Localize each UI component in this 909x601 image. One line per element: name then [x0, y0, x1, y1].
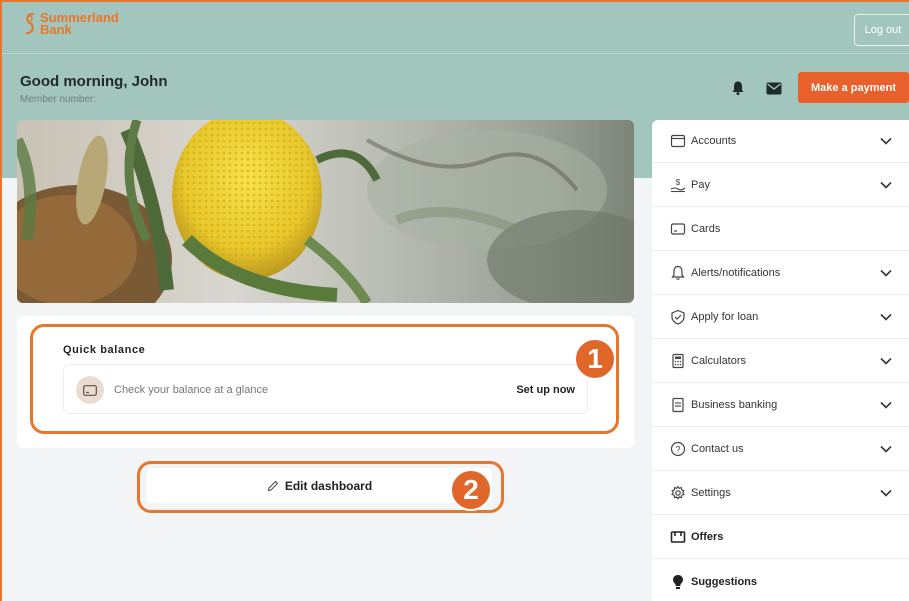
banksia-photo: [17, 120, 634, 303]
chevron-down-icon[interactable]: [880, 269, 892, 277]
sidebar-item-calculators[interactable]: Calculators: [652, 340, 909, 383]
sidebar-item-suggestions[interactable]: Suggestions: [652, 560, 909, 601]
top-bar: Summerland Bank Log out: [2, 2, 909, 54]
pay-icon: $: [670, 178, 686, 193]
sidebar-item-label: Offers: [691, 531, 724, 543]
cards-icon: [670, 223, 686, 235]
lightbulb-icon: [673, 574, 683, 589]
chevron-down-icon[interactable]: [880, 445, 892, 453]
bell-icon[interactable]: [730, 80, 746, 96]
mail-icon[interactable]: [766, 82, 782, 95]
chevron-down-icon[interactable]: [880, 181, 892, 189]
sidebar-item-label: Accounts: [691, 135, 737, 147]
chevron-down-icon[interactable]: [880, 401, 892, 409]
logo-text: Summerland Bank: [40, 11, 119, 37]
sidebar-item-label: Calculators: [691, 355, 747, 367]
bell-icon: [671, 265, 685, 280]
sidebar-item-label: Pay: [691, 179, 710, 191]
calculator-icon: [672, 353, 684, 369]
member-number-label: Member number:: [20, 94, 97, 105]
chevron-down-icon[interactable]: [880, 137, 892, 145]
offers-icon: [670, 531, 686, 543]
help-icon: ?: [670, 441, 686, 457]
logo-line-2: Bank: [40, 22, 72, 37]
sidebar-menu: Accounts $ Pay Cards Alerts/notification…: [652, 120, 909, 601]
greeting-heading: Good morning, John: [20, 73, 168, 90]
sidebar-item-alerts[interactable]: Alerts/notifications: [652, 252, 909, 295]
shield-check-icon: [671, 309, 685, 325]
sidebar-item-settings[interactable]: Settings: [652, 472, 909, 515]
sidebar-item-accounts[interactable]: Accounts: [652, 120, 909, 163]
make-payment-button[interactable]: Make a payment: [798, 72, 909, 103]
svg-text:$: $: [676, 178, 681, 187]
sidebar-item-label: Apply for loan: [691, 311, 759, 323]
sidebar-item-label: Business banking: [691, 399, 778, 411]
sidebar-item-cards[interactable]: Cards: [652, 208, 909, 251]
sidebar-item-label: Settings: [691, 487, 731, 499]
sidebar-item-label: Alerts/notifications: [691, 267, 781, 279]
sidebar-item-label: Suggestions: [691, 575, 758, 588]
callout-badge-1: 1: [574, 338, 616, 380]
sidebar-item-offers[interactable]: Offers: [652, 516, 909, 559]
svg-text:?: ?: [675, 445, 680, 455]
hero-image: [17, 120, 634, 303]
gear-icon: [671, 485, 685, 500]
logout-button[interactable]: Log out: [854, 14, 909, 46]
callout-outline-2: [137, 461, 504, 513]
sidebar-item-label: Cards: [691, 223, 721, 235]
sidebar-item-pay[interactable]: $ Pay: [652, 164, 909, 207]
logo-mark-icon: [25, 12, 35, 35]
sidebar-item-business-banking[interactable]: Business banking: [652, 384, 909, 427]
business-icon: [672, 397, 684, 413]
chevron-down-icon[interactable]: [880, 489, 892, 497]
chevron-down-icon[interactable]: [880, 357, 892, 365]
sidebar-item-apply-loan[interactable]: Apply for loan: [652, 296, 909, 339]
chevron-down-icon[interactable]: [880, 313, 892, 321]
callout-outline-1: [30, 324, 619, 434]
app-frame: Summerland Bank Log out Good morning, Jo…: [0, 0, 909, 601]
bank-logo[interactable]: Summerland Bank: [24, 11, 119, 37]
sidebar-item-contact-us[interactable]: ? Contact us: [652, 428, 909, 471]
accounts-icon: [670, 134, 686, 148]
callout-badge-2: 2: [450, 469, 492, 511]
sidebar-item-label: Contact us: [691, 443, 744, 455]
